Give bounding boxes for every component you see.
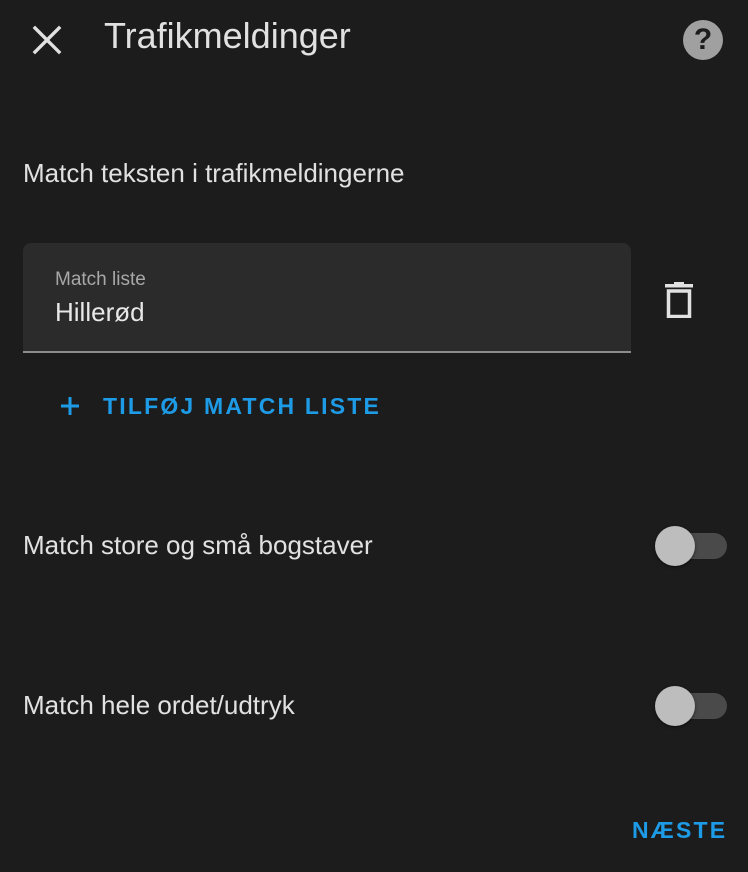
match-list-label: Match liste	[55, 269, 146, 290]
plus-icon	[54, 395, 86, 417]
toggle-label-case-sensitive: Match store og små bogstaver	[23, 530, 373, 560]
match-list-input[interactable]: Hillerød	[55, 297, 145, 328]
toggle-row-case-sensitive: Match store og små bogstaver	[23, 516, 728, 576]
toggle-row-whole-word: Match hele ordet/udtryk	[23, 676, 728, 736]
close-icon	[32, 25, 62, 55]
trash-icon	[665, 282, 693, 318]
help-circle-icon: ?	[683, 20, 723, 60]
match-list-field[interactable]: Match liste Hillerød	[23, 243, 631, 353]
add-match-list-button[interactable]: TILFØJ MATCH LISTE	[54, 386, 381, 426]
delete-button[interactable]	[655, 276, 703, 324]
help-button[interactable]: ?	[681, 18, 725, 62]
add-match-list-label: TILFØJ MATCH LISTE	[103, 392, 382, 419]
dialog-title: Trafikmeldinger	[104, 15, 351, 56]
section-label: Match teksten i trafikmeldingerne	[23, 158, 405, 188]
switch-thumb	[655, 526, 695, 566]
whole-word-switch[interactable]	[655, 686, 727, 726]
toggle-label-whole-word: Match hele ordet/udtryk	[23, 690, 295, 720]
close-button[interactable]	[25, 18, 69, 62]
switch-thumb	[655, 686, 695, 726]
case-sensitive-switch[interactable]	[655, 526, 727, 566]
next-button[interactable]: NÆSTE	[622, 808, 737, 852]
dialog-header: Trafikmeldinger ?	[0, 0, 748, 80]
